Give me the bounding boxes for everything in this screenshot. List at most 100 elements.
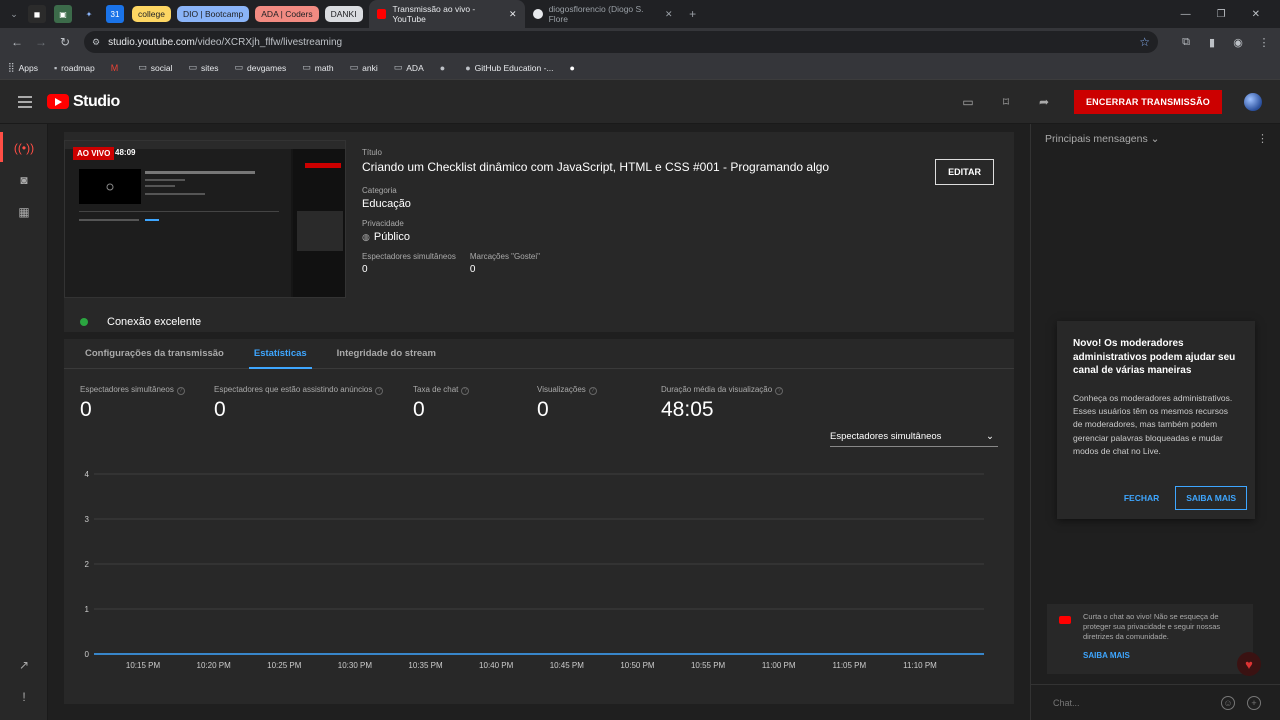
bookmark-github-education[interactable]: ● GitHub Education -... xyxy=(465,63,553,73)
close-window-icon[interactable]: ✕ xyxy=(1252,9,1260,20)
avatar[interactable] xyxy=(1244,92,1262,111)
live-elapsed-time: 48:09 xyxy=(115,148,136,157)
browser-tabbar: ⌄ ◼ ▣ ✦ 31 college DIO | Bootcamp ADA | … xyxy=(0,0,1280,28)
bookmark-devgames[interactable]: ▭ devgames xyxy=(234,62,286,73)
privacy-label: Privacidade xyxy=(362,219,404,228)
bookmark-anki[interactable]: ▭ anki xyxy=(350,62,378,73)
youtube-favicon-icon xyxy=(376,9,387,19)
bookmark-gmail[interactable]: M xyxy=(111,63,123,73)
url-path: /video/XCRXjh_flfw/livestreaming xyxy=(194,36,343,48)
chat-panel: Principais mensagens ⌄ ⋮ Novo! Os modera… xyxy=(1030,124,1280,720)
browser-tab-youtube[interactable]: Transmissão ao vivo - YouTube ✕ xyxy=(368,0,525,28)
tab-group-dio[interactable]: DIO | Bootcamp xyxy=(176,6,250,22)
menu-hamburger-icon[interactable] xyxy=(18,95,32,108)
forward-icon[interactable]: → xyxy=(32,35,50,49)
maximize-icon[interactable]: ❐ xyxy=(1217,9,1226,20)
window-controls: — ❐ ✕ xyxy=(1181,9,1280,20)
menu-icon[interactable]: ⋮ xyxy=(1256,34,1272,50)
bookmark-math[interactable]: ▭ math xyxy=(302,62,333,73)
notice-learn-more-link[interactable]: SAIBA MAIS xyxy=(1083,651,1243,660)
youtube-logo-icon[interactable] xyxy=(47,94,69,109)
heart-reaction-icon[interactable]: ♥ xyxy=(1237,652,1261,676)
popup-close-button[interactable]: FECHAR xyxy=(1124,493,1159,503)
pinned-tab-icon[interactable]: ◼ xyxy=(28,5,46,23)
reload-icon[interactable]: ↻ xyxy=(56,35,74,49)
share-icon[interactable]: ➦ xyxy=(1036,94,1052,110)
chevron-down-icon: ⌄ xyxy=(1150,133,1160,145)
pinned-tab-calendar-icon[interactable]: 31 xyxy=(106,5,124,23)
bookmark-label: sites xyxy=(201,62,219,73)
site-info-icon[interactable]: ⚙ xyxy=(92,37,100,48)
bookmark-sites[interactable]: ▭ sites xyxy=(188,62,218,73)
end-stream-button[interactable]: ENCERRAR TRANSMISSÃO xyxy=(1073,89,1222,114)
rail-active-indicator xyxy=(0,132,3,162)
calendar-icon[interactable]: ▦ xyxy=(16,204,32,220)
concurrent-value: 0 xyxy=(362,264,368,275)
title-label: Título xyxy=(362,148,383,157)
x-tick-label: 11:05 PM xyxy=(833,661,867,670)
tab-group-college[interactable]: college xyxy=(132,6,171,22)
gmail-icon: M xyxy=(110,62,119,73)
likes-label: Marcações "Gostei" xyxy=(469,252,540,261)
new-tab-icon[interactable]: + xyxy=(685,6,701,22)
chat-header-label: Principais mensagens xyxy=(1045,133,1148,145)
feedback-icon[interactable]: ! xyxy=(16,689,32,705)
x-tick-label: 10:25 PM xyxy=(267,661,302,670)
close-icon[interactable]: ✕ xyxy=(509,9,517,20)
studio-header: Studio ▭ ⌑ ➦ ENCERRAR TRANSMISSÃO xyxy=(0,80,1280,124)
pinned-tab-sparkle-icon[interactable]: ✦ xyxy=(80,5,98,23)
x-tick-label: 10:40 PM xyxy=(479,661,514,670)
more-options-icon[interactable]: ⋮ xyxy=(1257,132,1268,145)
bookmark-ada[interactable]: ▭ ADA xyxy=(394,62,424,73)
bookmark-roadmap[interactable]: ▪ roadmap xyxy=(54,63,95,73)
bookmark-apps[interactable]: ⣿ Apps xyxy=(8,62,38,73)
likes-value: 0 xyxy=(469,264,476,275)
camera-icon[interactable]: ◙ xyxy=(16,172,32,188)
y-tick-label: 0 xyxy=(85,650,90,659)
bookmark-github[interactable]: ● xyxy=(570,63,579,73)
extensions-icon[interactable]: ⧉ xyxy=(1178,34,1194,50)
minimize-icon[interactable]: — xyxy=(1181,9,1191,20)
github-favicon-icon xyxy=(532,9,543,19)
browser-toolbar: ← → ↻ ⚙ studio.youtube.com/video/XCRXjh_… xyxy=(0,28,1280,56)
bookmark-icon[interactable]: ⌑ xyxy=(998,94,1014,110)
bookmark-label: ADA xyxy=(406,62,424,73)
y-tick-label: 2 xyxy=(85,560,90,569)
concurrent-viewers-stat: Espectadores simultâneos 0 xyxy=(362,252,456,275)
stream-preview[interactable]: AO VIVO 48:09 xyxy=(64,140,346,298)
back-icon[interactable]: ← xyxy=(8,35,26,49)
bookmark-label: social xyxy=(150,62,173,73)
url-host: studio.youtube.com xyxy=(108,36,195,48)
category-value: Educação xyxy=(362,198,411,210)
close-icon[interactable]: ✕ xyxy=(665,9,673,20)
admin-moderators-popup: Novo! Os moderadores administrativos pod… xyxy=(1057,321,1255,519)
x-tick-label: 10:20 PM xyxy=(197,661,232,670)
studio-logo-text[interactable]: Studio xyxy=(73,93,120,111)
stream-settings-icon[interactable]: ▭ xyxy=(960,94,976,110)
bookmark-star-icon[interactable]: ☆ xyxy=(1139,35,1150,49)
live-stream-icon[interactable]: ((•)) xyxy=(14,140,34,156)
chat-input[interactable]: Chat... ☺ + xyxy=(1031,684,1280,720)
notice-text: Curta o chat ao vivo! Não se esqueça de … xyxy=(1083,612,1221,641)
profile-icon[interactable]: ◉ xyxy=(1230,34,1246,50)
emoji-icon[interactable]: ☺ xyxy=(1221,696,1235,710)
send-icon[interactable]: + xyxy=(1247,696,1261,710)
tab-group-danki[interactable]: DANKI xyxy=(324,6,363,22)
external-link-icon[interactable]: ↗ xyxy=(16,657,32,673)
bookmark-social[interactable]: ▭ social xyxy=(138,62,172,73)
sidepanel-icon[interactable]: ▮ xyxy=(1204,34,1220,50)
left-rail: ((•)) ◙ ▦ ↗ ! xyxy=(0,124,48,720)
concurrent-viewers-chart: 0 1 2 3 4 10:15 PM 10:20 PM 10:25 PM 10:30 PM 10:… xyxy=(85,470,984,670)
edit-button[interactable]: EDITAR xyxy=(935,159,994,185)
connection-text: Conexão excelente xyxy=(107,316,202,328)
github-icon: ● xyxy=(569,62,575,73)
popup-learn-more-button[interactable]: SAIBA MAIS xyxy=(1175,486,1247,510)
tab-group-ada[interactable]: ADA | Coders xyxy=(255,6,319,22)
pinned-tab-icon[interactable]: ▣ xyxy=(54,5,72,23)
address-bar[interactable]: ⚙ studio.youtube.com/video/XCRXjh_flfw/l… xyxy=(84,31,1158,53)
bookmarks-bar: ⣿ Apps ▪ roadmap M ▭ social ▭ sites ▭ devgame… xyxy=(0,56,1280,80)
bookmark-github-icon-only[interactable]: ● xyxy=(440,63,449,73)
browser-tab-github[interactable]: diogosflorencio (Diogo S. Flore ✕ xyxy=(525,0,681,28)
chat-mode-selector[interactable]: Principais mensagens ⌄ xyxy=(1045,133,1159,145)
tab-search-icon[interactable]: ⌄ xyxy=(6,6,22,22)
